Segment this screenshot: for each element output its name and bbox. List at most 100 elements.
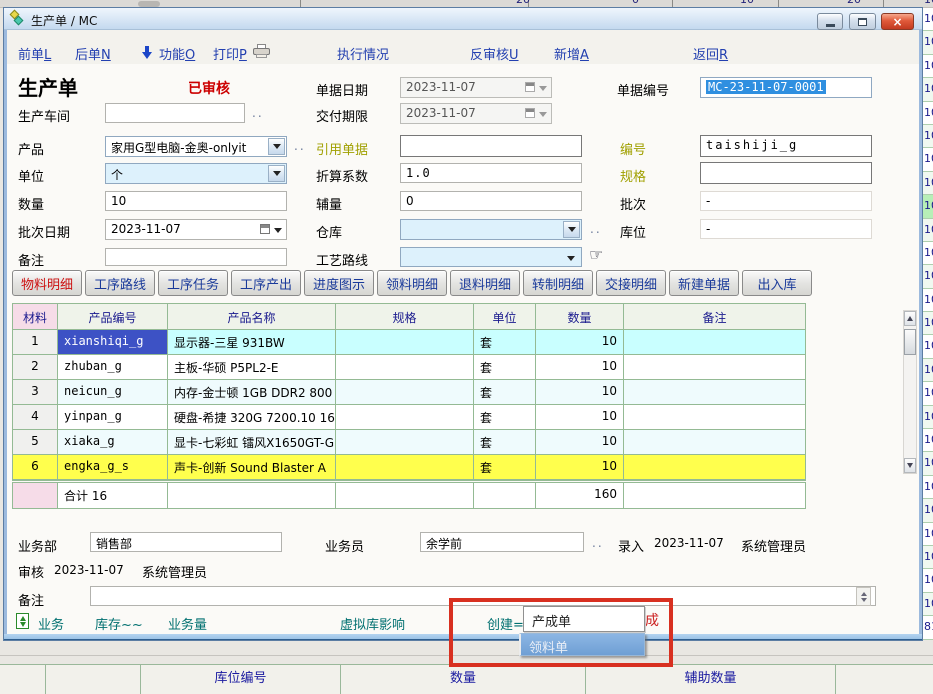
ref-doc-input[interactable] — [400, 135, 582, 157]
dept-input[interactable]: 销售部 — [90, 532, 282, 552]
minimize-button[interactable] — [817, 13, 843, 30]
pointing-hand-icon[interactable]: ☞ — [589, 245, 603, 264]
cell-no[interactable]: 1 — [13, 330, 58, 355]
cell-qty[interactable]: 10 — [536, 330, 624, 355]
location-field[interactable]: - — [700, 219, 872, 239]
product-lookup-dots[interactable]: .. — [294, 139, 306, 153]
cell-remark[interactable] — [624, 455, 805, 480]
cell-spec[interactable] — [336, 330, 474, 355]
cell-remark[interactable] — [624, 430, 805, 455]
chevron-down-icon[interactable] — [268, 138, 285, 155]
scroll-up-button[interactable] — [904, 311, 916, 326]
cell-no[interactable]: 6 — [13, 455, 58, 480]
workshop-lookup-dots[interactable]: .. — [252, 106, 264, 120]
tab-material-detail[interactable]: 物料明细 — [12, 270, 82, 296]
cell-unit[interactable]: 套 — [474, 355, 536, 380]
remark-spinner[interactable] — [856, 587, 871, 606]
doc-date-picker[interactable]: 2023-11-07 — [400, 77, 552, 98]
cell-qty[interactable]: 10 — [536, 455, 624, 480]
cell-name[interactable]: 声卡-创新 Sound Blaster A — [168, 455, 336, 480]
cell-no[interactable]: 4 — [13, 405, 58, 430]
chevron-down-icon[interactable] — [274, 228, 282, 233]
cell-spec[interactable] — [336, 405, 474, 430]
cell-unit[interactable]: 套 — [474, 330, 536, 355]
function-menu-button[interactable]: 功能O — [159, 44, 195, 63]
tab-in-out-stock[interactable]: 出入库 — [742, 270, 812, 296]
link-virtual-stock-impact[interactable]: 虚拟库影响 — [340, 614, 405, 633]
tab-picking-detail[interactable]: 领料明细 — [377, 270, 447, 296]
tab-progress-chart[interactable]: 进度图示 — [304, 270, 374, 296]
tab-process-output[interactable]: 工序产出 — [231, 270, 301, 296]
table-scrollbar[interactable] — [903, 310, 917, 474]
warehouse-dropdown[interactable] — [400, 219, 582, 240]
cell-unit[interactable]: 套 — [474, 405, 536, 430]
cell-name[interactable]: 硬盘-希捷 320G 7200.10 16 — [168, 405, 336, 430]
agent-lookup-dots[interactable]: .. — [592, 536, 604, 550]
create-dropdown-item-selected[interactable]: 领料单 — [519, 633, 645, 656]
route-dropdown[interactable] — [400, 247, 582, 267]
doc-no-input[interactable]: MC-23-11-07-0001 — [700, 77, 872, 98]
cell-remark[interactable] — [624, 330, 805, 355]
cell-no[interactable]: 3 — [13, 380, 58, 405]
scrollbar-thumb[interactable] — [904, 329, 916, 355]
link-stock[interactable]: 库存~~ — [95, 614, 143, 633]
warehouse-lookup-dots[interactable]: .. — [590, 222, 602, 236]
factor-input[interactable]: 1.0 — [400, 163, 582, 183]
cell-qty[interactable]: 10 — [536, 405, 624, 430]
tab-process-route[interactable]: 工序路线 — [85, 270, 155, 296]
tab-transfer-detail[interactable]: 转制明细 — [523, 270, 593, 296]
prev-order-button[interactable]: 前单L — [18, 44, 51, 63]
scroll-down-button[interactable] — [904, 458, 916, 473]
spec-input[interactable] — [700, 162, 872, 184]
link-business[interactable]: 业务 — [38, 614, 64, 633]
cell-code[interactable]: xianshiqi_g — [58, 330, 168, 355]
next-order-button[interactable]: 后单N — [75, 44, 111, 63]
agent-input[interactable]: 余学前 — [420, 532, 584, 552]
function-menu-arrow-icon[interactable] — [142, 46, 153, 59]
cell-spec[interactable] — [336, 455, 474, 480]
business-doc-icon[interactable] — [16, 613, 29, 629]
cell-remark[interactable] — [624, 380, 805, 405]
bottom-remark-input[interactable] — [90, 586, 876, 606]
product-dropdown[interactable]: 家用G型电脑-金奥-onlyit — [105, 136, 287, 157]
print-button[interactable]: 打印P — [213, 44, 247, 63]
tab-return-detail[interactable]: 退料明细 — [450, 270, 520, 296]
cell-code[interactable]: zhuban_g — [58, 355, 168, 380]
tab-process-task[interactable]: 工序任务 — [158, 270, 228, 296]
workshop-input[interactable] — [105, 103, 245, 123]
cell-unit[interactable]: 套 — [474, 430, 536, 455]
cell-unit[interactable]: 套 — [474, 455, 536, 480]
unaudit-button[interactable]: 反审核U — [470, 44, 519, 63]
cell-remark[interactable] — [624, 355, 805, 380]
tab-new-document[interactable]: 新建单据 — [669, 270, 739, 296]
link-business-qty[interactable]: 业务量 — [168, 614, 207, 633]
cell-spec[interactable] — [336, 355, 474, 380]
remark-input[interactable] — [105, 248, 287, 266]
chevron-down-icon[interactable] — [563, 221, 580, 238]
cell-code[interactable]: engka_g_s — [58, 455, 168, 480]
aux-qty-input[interactable]: 0 — [400, 191, 582, 211]
deadline-date-picker[interactable]: 2023-11-07 — [400, 103, 552, 124]
maximize-button[interactable] — [849, 13, 876, 30]
qty-input[interactable]: 10 — [105, 191, 287, 211]
cell-unit[interactable]: 套 — [474, 380, 536, 405]
calendar-icon[interactable] — [260, 224, 270, 234]
cell-qty[interactable]: 10 — [536, 430, 624, 455]
cell-spec[interactable] — [336, 430, 474, 455]
batch-date-picker[interactable]: 2023-11-07 — [105, 219, 287, 240]
cell-qty[interactable]: 10 — [536, 355, 624, 380]
cell-qty[interactable]: 10 — [536, 380, 624, 405]
cell-name[interactable]: 显卡-七彩虹 镭风X1650GT-G — [168, 430, 336, 455]
cell-spec[interactable] — [336, 380, 474, 405]
chevron-down-icon[interactable] — [268, 165, 285, 182]
chevron-down-icon[interactable] — [567, 256, 575, 261]
add-new-button[interactable]: 新增A — [554, 44, 589, 63]
cell-remark[interactable] — [624, 405, 805, 430]
back-button[interactable]: 返回R — [693, 44, 728, 63]
printer-icon[interactable] — [253, 44, 271, 58]
cell-code[interactable]: xiaka_g — [58, 430, 168, 455]
cell-name[interactable]: 显示器-三星 931BW — [168, 330, 336, 355]
cell-name[interactable]: 主板-华硕 P5PL2-E — [168, 355, 336, 380]
create-dropdown-box[interactable]: 产成单 — [523, 606, 645, 632]
title-bar[interactable]: 生产单 / MC — [4, 8, 922, 30]
